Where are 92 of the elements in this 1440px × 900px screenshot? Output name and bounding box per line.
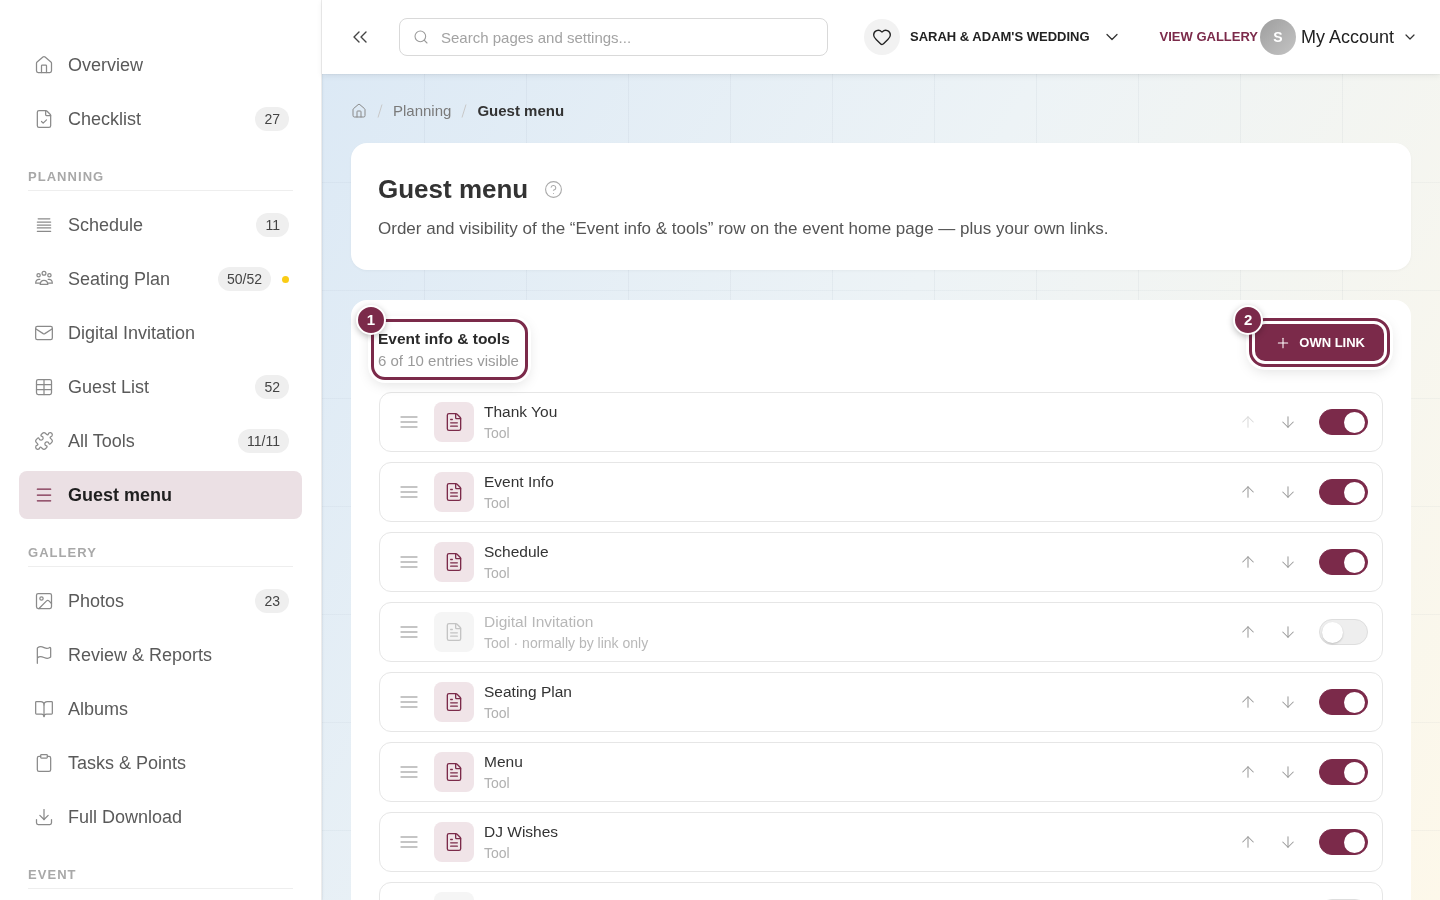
help-icon[interactable] <box>544 179 564 199</box>
entry-title: Event Info <box>484 472 554 492</box>
entry-subtitle: Tool <box>484 774 510 793</box>
document-icon <box>434 752 474 792</box>
drag-handle-icon[interactable] <box>400 486 418 498</box>
arrow-down-icon <box>1279 623 1297 641</box>
slash-icon <box>461 104 468 118</box>
sidebar-item[interactable]: Checklist 27 <box>19 95 302 143</box>
add-own-link-button[interactable]: OWN LINK <box>1255 324 1384 361</box>
visibility-toggle[interactable] <box>1319 759 1368 785</box>
sidebar-item[interactable]: Schedule 11 <box>19 201 302 249</box>
arrow-down-icon <box>1279 833 1297 851</box>
account-menu[interactable]: S My Account <box>1259 19 1418 55</box>
sidebar-item[interactable]: Photos 23 <box>19 577 302 625</box>
drag-handle-icon[interactable] <box>400 696 418 708</box>
step-badge: 1 <box>356 305 386 335</box>
arrow-down-icon <box>1279 553 1297 571</box>
search-field[interactable]: Search pages and settings... <box>399 18 828 56</box>
entry-title: DJ Wishes <box>484 822 559 842</box>
sidebar-item[interactable]: Review & Reports <box>19 631 302 679</box>
count-badge: 11/11 <box>238 429 289 453</box>
arrow-down-icon <box>1279 413 1297 431</box>
puzzle-icon <box>34 431 54 451</box>
drag-handle-icon[interactable] <box>400 626 418 638</box>
document-icon <box>434 612 474 652</box>
sidebar-item[interactable]: Full Download <box>19 793 302 841</box>
sidebar-item[interactable]: Seating Plan 50/52 <box>19 255 302 303</box>
document-icon <box>434 402 474 442</box>
download-icon <box>34 807 54 827</box>
entry-title: Menu <box>484 752 523 772</box>
entry-subtitle: Tool <box>484 704 510 723</box>
section-heading: PLANNING <box>28 169 106 185</box>
visibility-toggle[interactable] <box>1319 409 1368 435</box>
lines-icon <box>34 215 54 235</box>
home-icon <box>34 55 54 75</box>
sidebar-item[interactable]: Guest menu <box>19 471 302 519</box>
event-switcher[interactable]: SARAH & ADAM'S WEDDING <box>864 19 1122 55</box>
document-icon <box>434 682 474 722</box>
slash-icon <box>377 104 383 118</box>
entry-title: Schedule <box>484 542 549 562</box>
envelope-icon <box>34 323 54 343</box>
table-icon <box>34 377 54 397</box>
entry-subtitle: Tool <box>484 844 510 863</box>
sidebar-item[interactable]: Tasks & Points <box>19 739 302 787</box>
entry-subtitle: Tool <box>484 424 510 443</box>
drag-handle-icon[interactable] <box>400 766 418 778</box>
drag-handle-icon[interactable] <box>400 836 418 848</box>
drag-handle-icon[interactable] <box>400 556 418 568</box>
count-badge: 50/52 <box>217 267 271 291</box>
count-badge: 11 <box>256 213 289 237</box>
entry-title: Thank You <box>484 402 558 422</box>
sidebar-item[interactable]: Albums <box>19 685 302 733</box>
avatar: S <box>1259 19 1296 55</box>
book-icon <box>34 699 54 719</box>
clipboard-icon <box>34 753 54 773</box>
document-check-icon <box>34 109 54 129</box>
entry-subtitle: Tool <box>484 494 510 513</box>
page-description: Order and visibility of the “Event info & tools” row on the event home page — plus your own links. <box>378 218 1110 240</box>
arrow-down-icon <box>1279 483 1297 501</box>
document-icon <box>434 472 474 512</box>
document-icon <box>434 542 474 582</box>
breadcrumb-link[interactable]: Guest menu <box>477 101 565 121</box>
visibility-toggle[interactable] <box>1319 479 1368 505</box>
sidebar-item[interactable]: Digital Invitation <box>19 309 302 357</box>
count-badge: 52 <box>255 375 289 399</box>
home-icon[interactable] <box>351 103 367 119</box>
section-subtitle: 6 of 10 entries visible <box>378 351 519 371</box>
sidebar-item[interactable]: Guest List 52 <box>19 363 302 411</box>
arrow-down-icon <box>1279 693 1297 711</box>
visibility-toggle[interactable] <box>1319 829 1368 855</box>
arrow-down-icon <box>1279 763 1297 781</box>
view-gallery-link[interactable]: VIEW GALLERY <box>1159 27 1259 47</box>
image-icon <box>34 591 54 611</box>
entry-subtitle: Tool <box>484 564 510 583</box>
visibility-toggle[interactable] <box>1319 549 1368 575</box>
page-title: Guest menu <box>378 173 529 205</box>
section-heading: GALLERY <box>28 545 98 561</box>
entry-subtitle: Tool · normally by link only <box>484 634 649 653</box>
entry-title: Digital Invitation <box>484 612 594 632</box>
count-badge: 23 <box>255 589 289 613</box>
entry-title: Seating Plan <box>484 682 572 702</box>
search-icon <box>413 29 429 45</box>
visibility-toggle[interactable] <box>1319 689 1368 715</box>
section-heading: EVENT <box>28 867 78 883</box>
sidebar-item[interactable]: Overview <box>19 41 302 89</box>
document-icon <box>434 822 474 862</box>
sidebar-item[interactable]: All Tools 11/11 <box>19 417 302 465</box>
drag-handle-icon[interactable] <box>400 416 418 428</box>
step-badge: 2 <box>1233 305 1264 335</box>
count-badge: 27 <box>255 107 289 131</box>
breadcrumb-link[interactable]: Planning <box>393 101 452 121</box>
flag-icon <box>34 645 54 665</box>
